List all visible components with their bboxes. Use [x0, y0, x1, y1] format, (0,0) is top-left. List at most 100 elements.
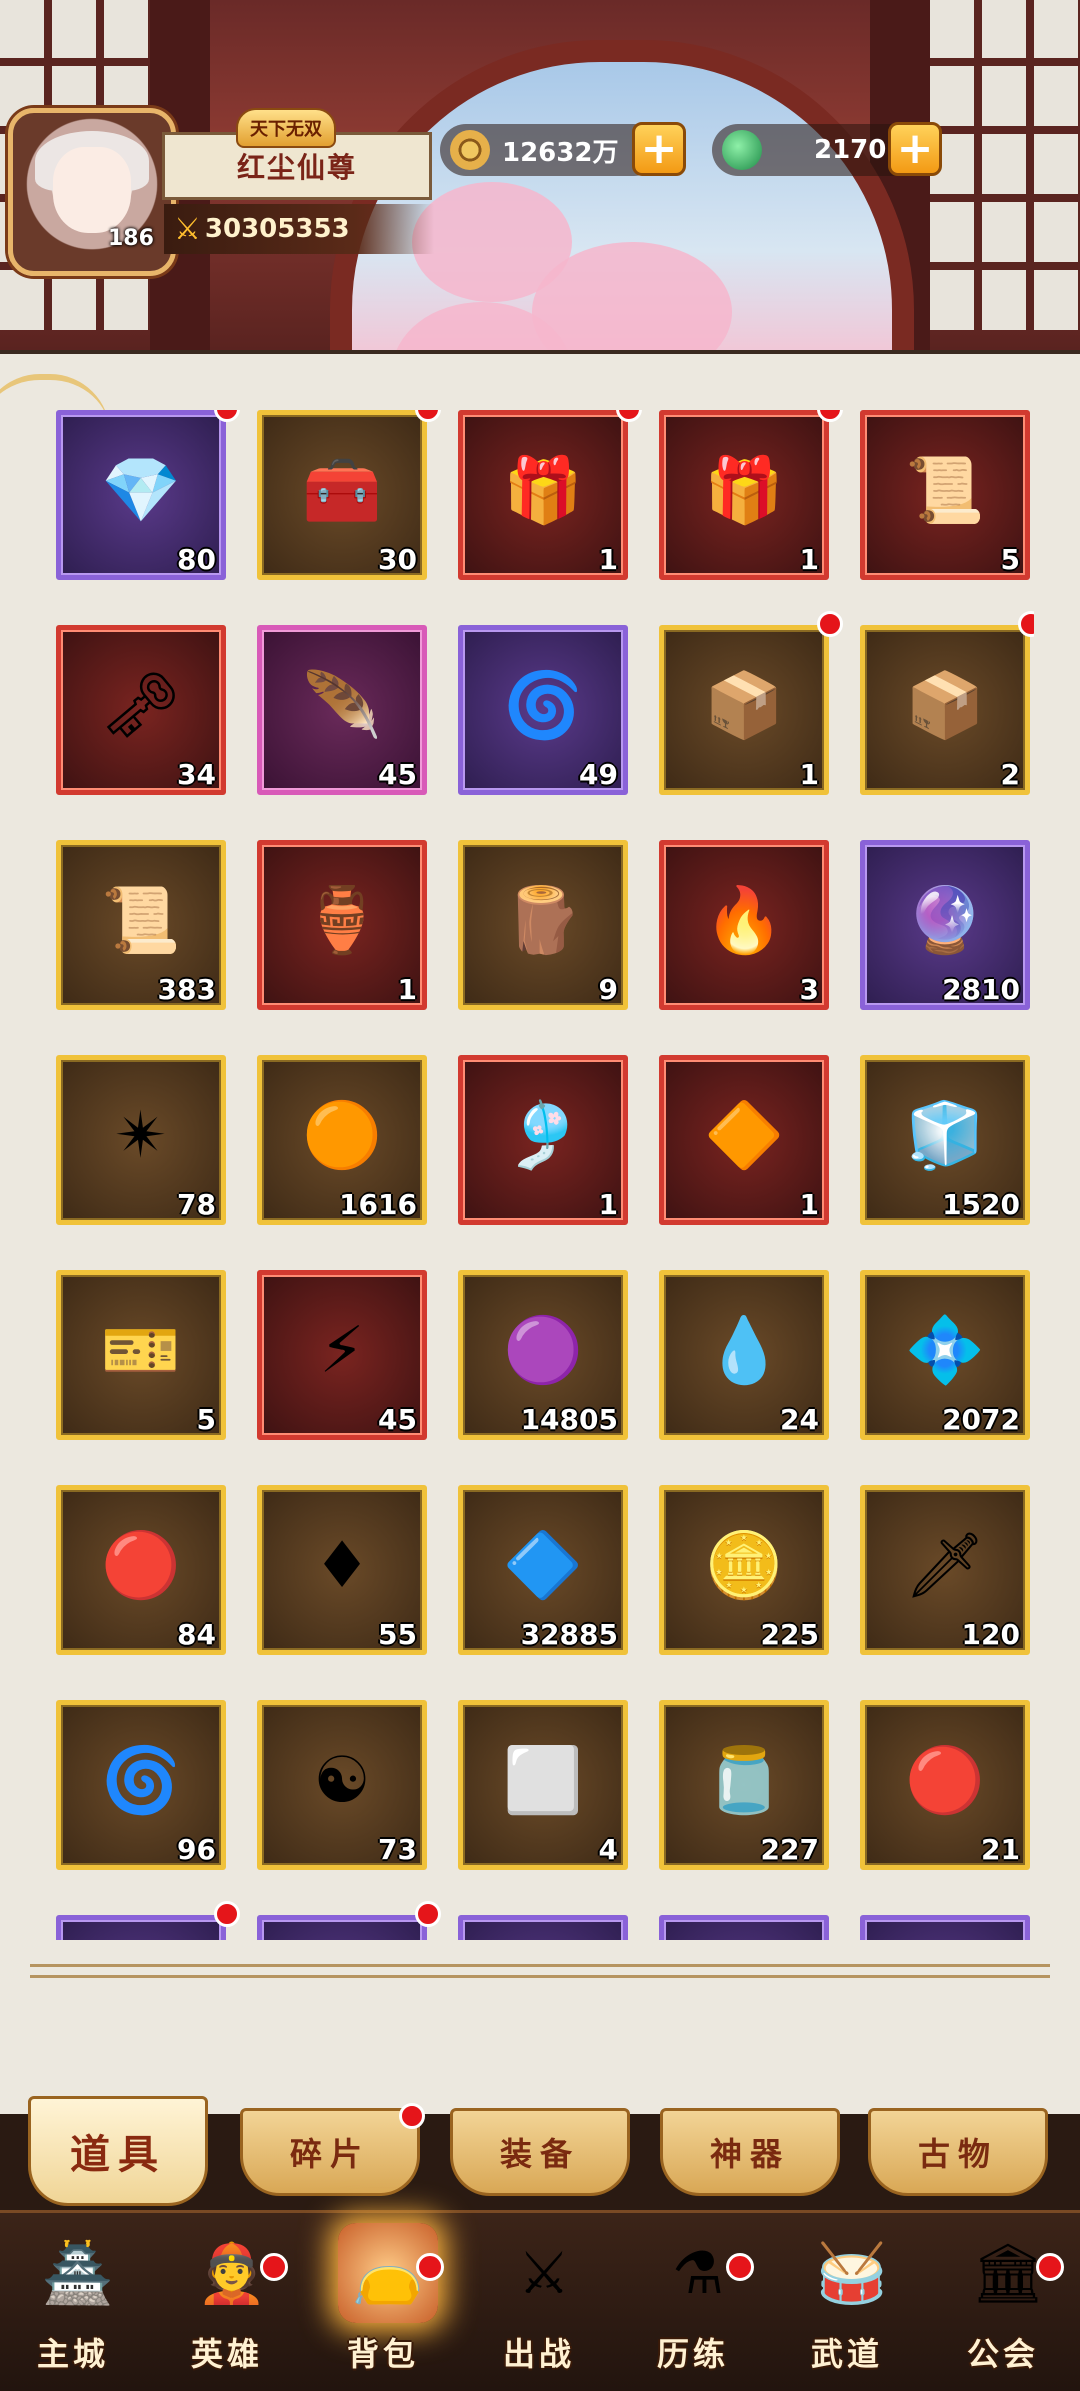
white-vase-icon: 🏺: [302, 884, 382, 958]
inventory-item[interactable]: [56, 1901, 240, 1940]
inventory-item[interactable]: 💧 24: [659, 1270, 829, 1440]
inventory-item[interactable]: 🫙 227: [659, 1700, 829, 1870]
inventory-item[interactable]: ⬜ 4: [458, 1700, 628, 1870]
add-copper-button[interactable]: +: [632, 122, 686, 176]
combat-power: ⚔ 30305353: [164, 204, 434, 254]
inventory-item[interactable]: [257, 1901, 441, 1940]
copper-currency: 12632万: [440, 124, 660, 176]
red-gem-icon: ♦: [313, 1529, 371, 1603]
inventory-item[interactable]: 🔥 3: [659, 840, 829, 1010]
inventory-item[interactable]: 🗡 120: [860, 1485, 1030, 1655]
item-frame: [458, 1915, 628, 1940]
tab-equipment[interactable]: 装备: [450, 2108, 630, 2196]
item-frame: [56, 1915, 226, 1940]
tab-fragments[interactable]: 碎片: [240, 2103, 425, 2196]
add-jade-button[interactable]: +: [888, 122, 942, 176]
inventory-item[interactable]: [659, 1915, 829, 1940]
nav-item-guild[interactable]: 🏛 公会: [938, 2213, 1068, 2391]
tab-items[interactable]: 道具: [28, 2096, 208, 2206]
inventory-item[interactable]: 🌀 49: [458, 625, 628, 795]
inventory-item[interactable]: 🟣 14805: [458, 1270, 628, 1440]
inventory-item[interactable]: ☯ 73: [257, 1700, 427, 1870]
item-count: 1: [799, 543, 819, 576]
glass-jar-icon: 🫙: [704, 1744, 784, 1818]
inventory-item[interactable]: 🪵 9: [458, 840, 628, 1010]
red-orb-stand-icon: 🔴: [101, 1529, 181, 1603]
item-count: 1: [598, 543, 618, 576]
inventory-item[interactable]: 📜 5: [860, 410, 1030, 580]
inventory-item[interactable]: ⚡ 45: [257, 1270, 427, 1440]
item-count: 1616: [339, 1188, 417, 1221]
inventory-item[interactable]: 🟠 1616: [257, 1055, 427, 1225]
item-count: 1: [397, 973, 417, 1006]
inventory-item[interactable]: 📦 1: [659, 611, 843, 795]
thunder-stone-icon: ⚡: [319, 1314, 365, 1388]
nav-item-main-city[interactable]: 🏯 主城: [8, 2213, 138, 2391]
inventory-item[interactable]: 🏺 1: [257, 840, 427, 1010]
item-count: 2: [1000, 758, 1020, 791]
red-dot-badge: [817, 611, 843, 637]
nav-item-bag[interactable]: 👝 背包: [318, 2213, 448, 2391]
inventory-item[interactable]: 🎫 5: [56, 1270, 226, 1440]
inventory-item[interactable]: 🎁 1: [659, 410, 843, 580]
item-count: 383: [157, 973, 216, 1006]
inventory-item[interactable]: 🗝 34: [56, 625, 226, 795]
blue-orb-icon: 🔮: [905, 884, 985, 958]
copper-coin-icon: [450, 130, 490, 170]
red-dot-badge: [416, 2253, 444, 2281]
dagger-icon: 🗡: [904, 1529, 986, 1603]
nav-item-hero[interactable]: 👲 英雄: [162, 2213, 292, 2391]
inventory-item[interactable]: 💎 80: [56, 410, 240, 580]
nav-item-training[interactable]: ⚗ 历练: [628, 2213, 758, 2391]
item-grid-viewport[interactable]: 💎 80 🧰 30 🎁 1 🎁 1 📜 5 🗝 34 🪶 45 🌀 49 📦 1 📦 2 📜 383 🏺 1 🪵 9 🔥 3 🔮 2810…: [54, 410, 1034, 1940]
inventory-item[interactable]: 🔴 84: [56, 1485, 226, 1655]
crossed-swords-icon: ⚔: [174, 211, 201, 247]
inventory-item[interactable]: 🔴 21: [860, 1700, 1030, 1870]
inventory-item[interactable]: ♦ 55: [257, 1485, 427, 1655]
inventory-item[interactable]: ✴ 78: [56, 1055, 226, 1225]
inventory-item[interactable]: 🪶 45: [257, 625, 427, 795]
item-grid: 💎 80 🧰 30 🎁 1 🎁 1 📜 5 🗝 34 🪶 45 🌀 49 📦 1 📦 2 📜 383 🏺 1 🪵 9 🔥 3 🔮 2810…: [54, 410, 1034, 1940]
tab-artifacts[interactable]: 神器: [660, 2108, 840, 2196]
item-count: 78: [177, 1188, 216, 1221]
red-gift-chest-icon: 🎁: [704, 454, 784, 528]
inventory-item[interactable]: [458, 1915, 628, 1940]
scroll-icon: 📜: [905, 454, 985, 528]
cyan-relic-icon: ✴: [114, 1099, 168, 1173]
item-count: 1: [799, 1188, 819, 1221]
inventory-item[interactable]: 🔶 1: [659, 1055, 829, 1225]
inventory-item[interactable]: 💠 2072: [860, 1270, 1030, 1440]
item-count: 24: [780, 1403, 819, 1436]
blue-crystal-icon: 💠: [905, 1314, 985, 1388]
inventory-item[interactable]: 🌀 96: [56, 1700, 226, 1870]
item-frame: [659, 1915, 829, 1940]
tab-antiques[interactable]: 古物: [868, 2108, 1048, 2196]
red-dot-badge: [214, 1901, 240, 1927]
pink-feather-icon: 🪶: [302, 669, 382, 743]
orange-swirl-coin-icon: 🌀: [503, 669, 583, 743]
nav-label: 背包: [346, 2335, 419, 2373]
blue-cube-icon: 🧊: [905, 1099, 985, 1173]
inventory-item[interactable]: 📦 2: [860, 611, 1034, 795]
golden-orb-icon: 🟠: [302, 1099, 382, 1173]
inventory-panel: 💎 80 🧰 30 🎁 1 🎁 1 📜 5 🗝 34 🪶 45 🌀 49 📦 1 📦 2 📜 383 🏺 1 🪵 9 🔥 3 🔮 2810…: [0, 350, 1080, 2114]
title-badge: 天下无双: [236, 108, 336, 148]
tab-label: 装备: [499, 2135, 580, 2173]
blue-sand-pile-icon: 🔷: [503, 1529, 583, 1603]
nav-item-battle[interactable]: ⚔ 出战: [474, 2213, 604, 2391]
item-count: 55: [378, 1618, 417, 1651]
tab-label: 碎片: [289, 2135, 370, 2173]
nav-item-martial[interactable]: 🥁 武道: [782, 2213, 912, 2391]
inventory-item[interactable]: 🧰 30: [257, 410, 441, 580]
inventory-item[interactable]: 🔮 2810: [860, 840, 1030, 1010]
inventory-item[interactable]: 🎁 1: [458, 410, 642, 580]
item-frame: [257, 1915, 427, 1940]
item-count: 4: [598, 1833, 618, 1866]
inventory-item[interactable]: 📜 383: [56, 840, 226, 1010]
inventory-item[interactable]: [860, 1915, 1030, 1940]
inventory-item[interactable]: 🎐 1: [458, 1055, 628, 1225]
inventory-item[interactable]: 🔷 32885: [458, 1485, 628, 1655]
inventory-item[interactable]: 🧊 1520: [860, 1055, 1030, 1225]
battle-icon: ⚔: [518, 2239, 570, 2307]
inventory-item[interactable]: 🪙 225: [659, 1485, 829, 1655]
